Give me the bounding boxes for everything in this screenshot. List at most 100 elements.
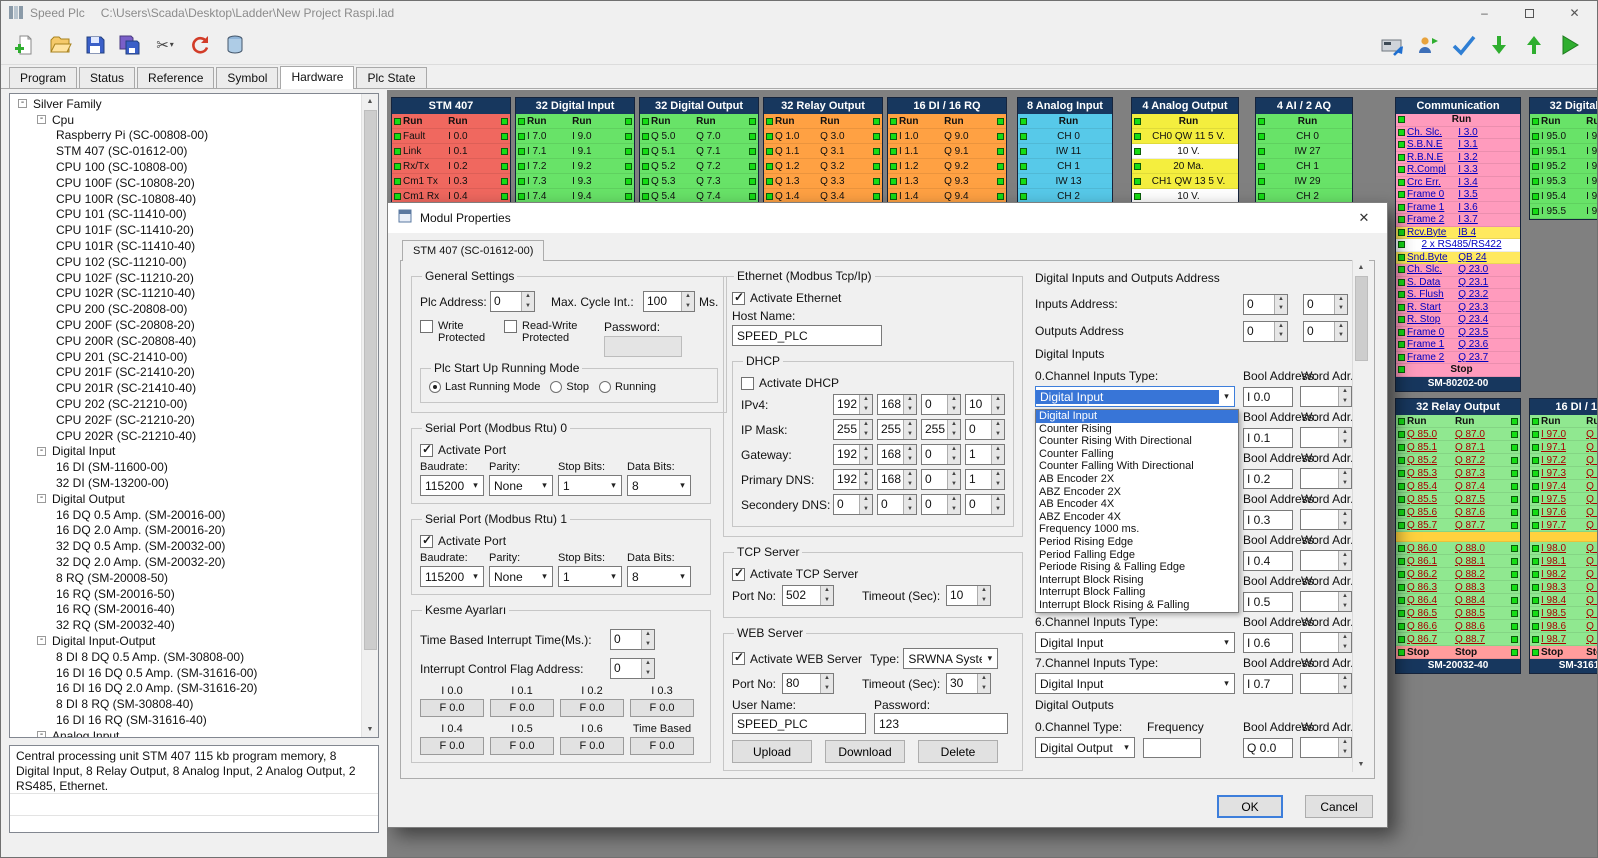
spinner-arrows-icon[interactable]: ▲▼ <box>1338 469 1351 488</box>
tree-item[interactable]: CPU 201 (SC-21410-00) <box>10 349 360 365</box>
transfer-icon[interactable] <box>1378 30 1410 60</box>
inputs-address-spinner-2[interactable]: 0▲▼ <box>1303 294 1348 315</box>
dropdown[interactable]: 8▾ <box>627 475 691 496</box>
spinner[interactable]: ▲▼ <box>1300 673 1352 694</box>
download-icon[interactable] <box>1483 30 1515 60</box>
upload-button[interactable]: Upload <box>732 740 812 763</box>
spinner-arrows-icon[interactable]: ▲▼ <box>859 495 872 514</box>
spinner-arrows-icon[interactable]: ▲▼ <box>859 445 872 464</box>
tree-item[interactable]: CPU 100R (SC-10808-40) <box>10 191 360 207</box>
spinner[interactable]: 168▲▼ <box>877 394 917 415</box>
upload-icon[interactable] <box>1518 30 1550 60</box>
spinner[interactable]: ▲▼ <box>1300 632 1352 653</box>
tree-expander-icon[interactable]: - <box>37 494 46 503</box>
tree-item[interactable]: Raspberry Pi (SC-00808-00) <box>10 128 360 144</box>
dropdown-option[interactable]: Interrupt Block Rising & Falling <box>1036 599 1238 612</box>
spinner[interactable]: 0▲▼ <box>965 494 1005 515</box>
bool-address-field[interactable]: I 0.0 <box>1243 387 1293 407</box>
tree-item[interactable]: 16 DI 16 DQ 0.5 Amp. (SM-31616-00) <box>10 665 360 681</box>
interrupt-flag-box[interactable]: F 0.0 <box>420 737 484 755</box>
tab-status[interactable]: Status <box>79 67 135 88</box>
dropdown-option[interactable]: AB Encoder 4X <box>1036 498 1238 511</box>
tree-item[interactable]: 8 RQ (SM-20008-50) <box>10 570 360 586</box>
radio-stop[interactable] <box>550 381 562 393</box>
spinner[interactable]: 192▲▼ <box>833 469 873 490</box>
interrupt-flag-box[interactable]: F 0.0 <box>630 737 694 755</box>
dropdown[interactable]: 1▾ <box>558 566 622 587</box>
dropdown-option[interactable]: Frequency 1000 ms. <box>1036 523 1238 536</box>
maximize-button[interactable] <box>1507 1 1552 25</box>
tree-item[interactable]: 16 DI 16 RQ (SM-31616-40) <box>10 712 360 728</box>
dropdown-option[interactable]: ABZ Encoder 4X <box>1036 511 1238 524</box>
spinner-arrows-icon[interactable]: ▲▼ <box>820 586 833 605</box>
tree-item[interactable]: CPU 202 (SC-21210-00) <box>10 396 360 412</box>
inputs-address-spinner[interactable]: 0▲▼ <box>1243 294 1288 315</box>
spinner-arrows-icon[interactable]: ▲▼ <box>641 659 654 678</box>
interrupt-flag-box[interactable]: F 0.0 <box>630 699 694 717</box>
spinner-arrows-icon[interactable]: ▲▼ <box>903 495 916 514</box>
web-port-spinner[interactable]: 80▲▼ <box>782 673 834 694</box>
database-icon[interactable] <box>219 30 251 60</box>
spinner-arrows-icon[interactable]: ▲▼ <box>1338 387 1351 406</box>
spinner[interactable]: 1▲▼ <box>965 469 1005 490</box>
spinner-arrows-icon[interactable]: ▲▼ <box>1338 428 1351 447</box>
interrupt-flag-spinner[interactable]: 0▲▼ <box>610 658 655 679</box>
module-card-digital-input-32-partial[interactable]: 32 Digital InputRunRunI 95.0I 97.0I 95.1… <box>1529 97 1597 220</box>
spinner[interactable]: 0▲▼ <box>921 494 961 515</box>
frequency-field[interactable] <box>1143 738 1201 758</box>
tab-reference[interactable]: Reference <box>137 67 214 88</box>
spinner[interactable]: 168▲▼ <box>877 469 917 490</box>
tree-item[interactable]: 32 DI (SM-13200-00) <box>10 475 360 491</box>
scroll-thumb[interactable] <box>364 110 377 650</box>
new-file-icon[interactable] <box>9 30 41 60</box>
read-write-protected-checkbox[interactable] <box>504 320 517 333</box>
dropdown-option[interactable]: AB Encoder 2X <box>1036 473 1238 486</box>
spinner-arrows-icon[interactable]: ▲▼ <box>991 445 1004 464</box>
spinner-arrows-icon[interactable]: ▲▼ <box>903 470 916 489</box>
minimize-button[interactable]: – <box>1462 1 1507 25</box>
tree-item[interactable]: 8 DI 8 DQ 0.5 Amp. (SM-30808-00) <box>10 649 360 665</box>
save-icon[interactable] <box>79 30 111 60</box>
spinner-arrows-icon[interactable]: ▲▼ <box>859 470 872 489</box>
tree-item[interactable]: CPU 200R (SC-20808-40) <box>10 333 360 349</box>
spinner-arrows-icon[interactable]: ▲▼ <box>1338 551 1351 570</box>
activate-port-1-checkbox[interactable] <box>420 535 433 548</box>
tree-item[interactable]: CPU 200F (SC-20808-20) <box>10 317 360 333</box>
dropdown[interactable]: 1▾ <box>558 475 622 496</box>
tree-item[interactable]: -Silver Family <box>10 96 360 112</box>
tree-item[interactable]: CPU 102F (SC-11210-20) <box>10 270 360 286</box>
cut-icon[interactable]: ✂▾ <box>149 30 181 60</box>
tree-item[interactable]: CPU 202R (SC-21210-40) <box>10 428 360 444</box>
tcp-port-spinner[interactable]: 502▲▼ <box>782 585 834 606</box>
panel-scrollbar[interactable]: ▲ ▼ <box>1352 260 1369 772</box>
tree-item[interactable]: 32 DQ 2.0 Amp. (SM-20032-20) <box>10 554 360 570</box>
spinner-arrows-icon[interactable]: ▲▼ <box>947 445 960 464</box>
dropdown-option[interactable]: ABZ Encoder 2X <box>1036 486 1238 499</box>
tab-hardware[interactable]: Hardware <box>280 66 354 89</box>
bool-address-field[interactable]: I 0.6 <box>1243 633 1293 653</box>
tree-item[interactable]: -Analog Input <box>10 728 360 737</box>
activate-tcp-checkbox[interactable] <box>732 568 745 581</box>
dropdown-option[interactable]: Interrupt Block Falling <box>1036 586 1238 599</box>
module-card-analog-output-4[interactable]: 4 Analog OutputRunCH0 QW 11 5 V.10 V.20 … <box>1131 97 1239 205</box>
dropdown-option[interactable]: Digital Input <box>1036 410 1238 423</box>
spinner[interactable]: 0▲▼ <box>921 444 961 465</box>
dropdown-option[interactable]: Period Rising Edge <box>1036 536 1238 549</box>
tree-item[interactable]: -Digital Output <box>10 491 360 507</box>
module-card-relay-output-32-bottom[interactable]: 32 Relay OutputRunRunQ 85.0Q 87.0Q 85.1Q… <box>1395 398 1521 674</box>
spinner-arrows-icon[interactable]: ▲▼ <box>521 292 534 311</box>
plc-address-spinner[interactable]: 0▲▼ <box>490 291 535 312</box>
tree-item[interactable]: -Digital Input <box>10 444 360 460</box>
scroll-up-icon[interactable]: ▲ <box>1358 260 1365 275</box>
spinner-arrows-icon[interactable]: ▲▼ <box>903 420 916 439</box>
activate-dhcp-checkbox[interactable] <box>741 377 754 390</box>
spinner-arrows-icon[interactable]: ▲▼ <box>1334 322 1347 341</box>
module-card-communication[interactable]: CommunicationRunCh. Slc.I 3.0S.B.N.EI 3.… <box>1395 97 1521 392</box>
tree-item[interactable]: CPU 102 (SC-11210-00) <box>10 254 360 270</box>
dialog-tab-stm407[interactable]: STM 407 (SC-01612-00) <box>402 240 544 261</box>
time-based-interrupt-spinner[interactable]: 0▲▼ <box>610 629 655 650</box>
dropdown-option[interactable]: Period Falling Edge <box>1036 549 1238 562</box>
radio-running[interactable] <box>599 381 611 393</box>
bool-address-field[interactable]: I 0.4 <box>1243 551 1293 571</box>
interrupt-flag-box[interactable]: F 0.0 <box>490 699 554 717</box>
